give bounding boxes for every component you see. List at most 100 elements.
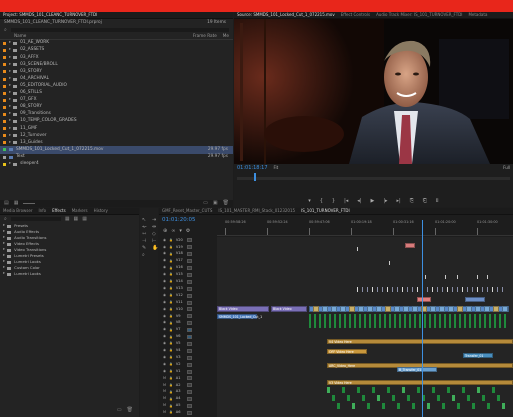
track-header[interactable]: ◉ 🔒 V17 — [159, 258, 217, 265]
track-target-toggle[interactable] — [186, 252, 192, 257]
track-header[interactable]: M 🔒 A6 — [159, 410, 217, 417]
zoom-tool-icon[interactable]: ⌕ — [142, 253, 150, 258]
timeline-clip[interactable] — [465, 297, 485, 302]
label-color-swatch[interactable] — [3, 148, 6, 152]
tab-1[interactable]: IS_101_MASTER_RMI_Stack_01232015 — [218, 209, 295, 213]
list-item[interactable]: ▸ 07_GFX — [0, 97, 233, 104]
track-header[interactable]: M 🔒 A1 — [159, 375, 217, 382]
lock-icon[interactable]: 🔒 — [169, 321, 173, 325]
timeline-clip[interactable] — [358, 306, 364, 312]
tab-2[interactable]: IS_101_TURNOVER_FTDI — [301, 209, 350, 213]
insert-icon[interactable]: ⎘ — [410, 199, 414, 204]
yuv-filter-icon[interactable]: ▦ — [82, 216, 87, 222]
track-target-toggle[interactable] — [186, 369, 192, 374]
label-color-swatch[interactable] — [3, 112, 6, 116]
track-header[interactable]: ◉ 🔒 V5 — [159, 341, 217, 348]
slip-tool-icon[interactable]: ⊣ — [142, 239, 150, 244]
timeline-clip[interactable]: V3 Video Here — [327, 380, 513, 385]
timeline-clip[interactable]: V4 Video Here — [327, 339, 513, 344]
trash-icon[interactable]: 🗑 — [127, 408, 133, 413]
column-media[interactable]: Me — [223, 33, 229, 38]
track-target-toggle[interactable] — [186, 245, 192, 250]
track-target-toggle[interactable] — [186, 300, 192, 305]
timeline-clip[interactable] — [448, 306, 454, 312]
lock-icon[interactable]: 🔒 — [169, 280, 173, 283]
track-header[interactable]: ◉ 🔒 V12 — [159, 292, 217, 299]
timeline-clip[interactable] — [376, 306, 382, 312]
export-frame-icon[interactable]: ⌷ — [436, 199, 439, 204]
toggle-output-icon[interactable]: M — [163, 390, 166, 394]
overwrite-icon[interactable]: ⎗ — [423, 199, 427, 204]
timeline-clip[interactable]: Black Video — [271, 306, 307, 312]
list-item[interactable]: ▸ 05_EDITORIAL_AUDIO — [0, 83, 233, 90]
tab-2[interactable]: Effects — [52, 209, 66, 213]
expand-triangle-icon[interactable]: ▸ — [9, 133, 11, 138]
timeline-clip[interactable] — [493, 306, 499, 312]
toggle-output-icon[interactable]: ◉ — [163, 280, 166, 284]
lock-icon[interactable]: 🔒 — [169, 238, 173, 242]
toggle-output-icon[interactable]: ◉ — [163, 349, 166, 353]
track-header[interactable]: ◉ 🔒 V7 — [159, 327, 217, 334]
lock-icon[interactable]: 🔒 — [169, 404, 173, 408]
track-target-toggle[interactable] — [186, 341, 192, 346]
pen-tool-icon[interactable]: ✎ — [142, 246, 150, 251]
track-header[interactable]: M 🔒 A5 — [159, 403, 217, 410]
lock-icon[interactable]: 🔒 — [169, 356, 173, 359]
track-header[interactable]: ◉ 🔒 V13 — [159, 285, 217, 292]
list-item[interactable]: ▸ 13_Guides — [0, 139, 233, 146]
toggle-output-icon[interactable]: ◉ — [163, 252, 166, 256]
timeline-clip[interactable] — [322, 306, 328, 312]
expand-triangle-icon[interactable]: ▸ — [3, 235, 5, 240]
lock-icon[interactable]: 🔒 — [169, 390, 173, 394]
track-header[interactable]: ◉ 🔒 V11 — [159, 299, 217, 306]
step-back-icon[interactable]: |◂ — [344, 199, 348, 204]
toggle-output-icon[interactable]: M — [163, 397, 166, 401]
lock-icon[interactable]: 🔒 — [169, 370, 173, 373]
tab-0[interactable]: GMF_Reset_Master_CUTS — [162, 209, 212, 213]
timeline-clip[interactable] — [417, 297, 431, 302]
track-header[interactable]: M 🔒 A4 — [159, 396, 217, 403]
timeline-playhead[interactable] — [422, 220, 423, 417]
lock-icon[interactable]: 🔒 — [169, 314, 173, 318]
lock-icon[interactable]: 🔒 — [169, 349, 173, 352]
label-color-swatch[interactable] — [3, 70, 6, 74]
list-item[interactable]: SMMDS_101_Locked_Cut_1_072215.mov 29.97 f… — [0, 146, 233, 154]
label-color-swatch[interactable] — [3, 63, 6, 67]
track-header[interactable]: ◉ 🔒 V2 — [159, 361, 217, 368]
tab-1[interactable]: Info — [39, 209, 47, 213]
lock-icon[interactable]: 🔒 — [169, 294, 173, 297]
track-target-toggle[interactable] — [186, 404, 192, 409]
track-area[interactable]: Black Video Black Video SMMDS_101_Locked_C… — [217, 237, 513, 417]
mark-out-icon[interactable]: { — [320, 199, 323, 204]
track-target-toggle[interactable] — [186, 321, 192, 326]
column-name[interactable]: Name — [14, 33, 26, 38]
new-bin-icon[interactable]: ▭ — [117, 408, 122, 413]
track-target-toggle[interactable] — [186, 335, 192, 340]
list-view-icon[interactable]: ▤ — [4, 201, 9, 206]
track-header[interactable]: ◉ 🔒 V19 — [159, 244, 217, 251]
column-frame-rate[interactable]: Frame Rate — [193, 33, 217, 38]
track-header[interactable]: ◉ 🔒 V4 — [159, 347, 217, 354]
tab-2[interactable]: Audio Track Mixer: IS_101_TURNOVER_FTDI — [376, 13, 462, 17]
track-target-toggle[interactable] — [186, 279, 192, 284]
fit-dropdown[interactable]: Fit — [274, 166, 279, 170]
lock-icon[interactable]: 🔒 — [169, 328, 173, 332]
lock-icon[interactable]: 🔒 — [169, 376, 173, 380]
timeline-clip[interactable] — [466, 306, 472, 312]
track-target-toggle[interactable] — [186, 293, 192, 298]
track-header[interactable]: ◉ 🔒 V14 — [159, 278, 217, 285]
toggle-output-icon[interactable]: M — [163, 404, 166, 408]
ripple-edit-tool-icon[interactable]: ⟛ — [142, 225, 150, 230]
toggle-output-icon[interactable]: ◉ — [163, 266, 166, 270]
expand-triangle-icon[interactable]: ▸ — [9, 140, 11, 145]
toggle-output-icon[interactable]: ◉ — [163, 314, 166, 319]
mark-in-icon[interactable]: ▾ — [308, 199, 311, 204]
track-header[interactable]: ◉ 🔒 V6 — [159, 334, 217, 341]
timeline-clip[interactable] — [340, 306, 346, 312]
accelerated-filter-icon[interactable]: ▦ — [65, 216, 70, 222]
toggle-output-icon[interactable]: ◉ — [163, 238, 166, 243]
rate-stretch-tool-icon[interactable]: ⇿ — [142, 232, 150, 237]
tab-3[interactable]: Metadata — [468, 13, 487, 17]
expand-triangle-icon[interactable]: ▸ — [9, 97, 11, 102]
toggle-output-icon[interactable]: ◉ — [163, 259, 166, 263]
